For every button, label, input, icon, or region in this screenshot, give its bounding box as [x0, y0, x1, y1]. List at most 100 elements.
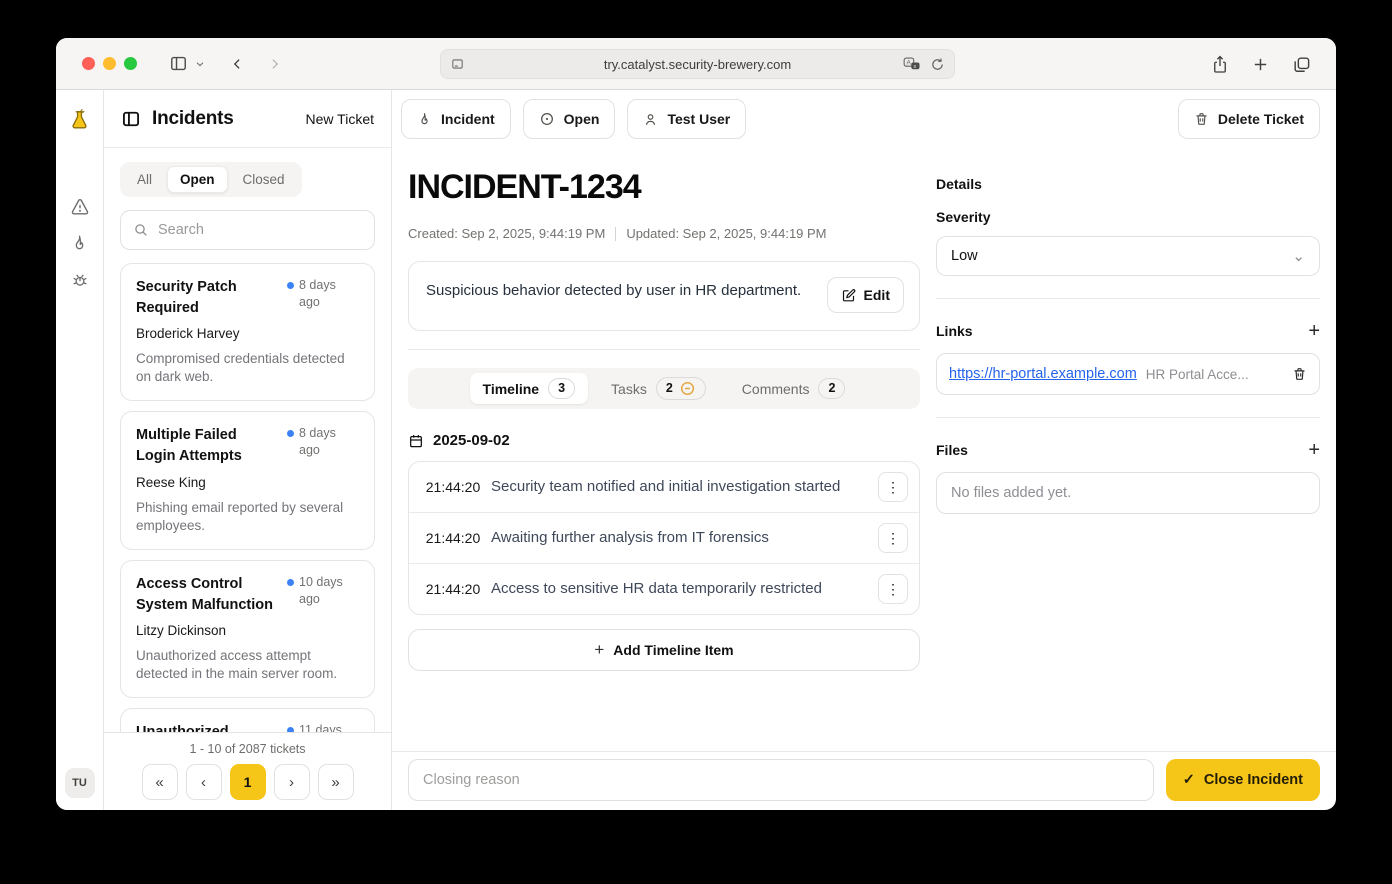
- detail-tabs: Timeline 3 Tasks 2 Comments 2: [408, 368, 920, 409]
- new-tab-icon[interactable]: [1252, 56, 1269, 73]
- closing-reason-input[interactable]: [408, 759, 1154, 801]
- browser-titlebar: try.catalyst.security-brewery.com A x: [56, 38, 1336, 90]
- filter-tab-open[interactable]: Open: [167, 166, 228, 193]
- filter-tab-all[interactable]: All: [124, 166, 165, 193]
- back-button[interactable]: [231, 55, 244, 73]
- ticket-list-item[interactable]: Unauthorized Device Connected 11 days ag…: [120, 708, 375, 732]
- ticket-owner-button[interactable]: Test User: [627, 99, 747, 139]
- timeline-text: Awaiting further analysis from IT forens…: [491, 529, 769, 546]
- search-input[interactable]: [158, 222, 362, 238]
- current-page-button[interactable]: 1: [229, 764, 266, 800]
- check-icon: ✓: [1182, 772, 1195, 788]
- link-name: HR Portal Acce...: [1145, 366, 1249, 382]
- severity-select[interactable]: Low ⌄: [936, 236, 1320, 276]
- ticket-dates: Created: Sep 2, 2025, 9:44:19 PM Updated…: [408, 226, 920, 241]
- user-avatar[interactable]: TU: [64, 768, 95, 798]
- flame-icon: [417, 112, 432, 127]
- created-date: Created: Sep 2, 2025, 9:44:19 PM: [408, 226, 606, 241]
- divider: [615, 226, 617, 241]
- ticket-title: Security Patch Required: [136, 279, 237, 317]
- incidents-nav-flame-icon[interactable]: [70, 234, 89, 253]
- timeline-item: 21:44:20 Awaiting further analysis from …: [409, 512, 919, 563]
- chevron-down-icon: ⌄: [1292, 248, 1305, 265]
- ticket-filter-tabs: All Open Closed: [120, 162, 302, 197]
- close-incident-bar: ✓ Close Incident: [392, 751, 1336, 810]
- last-page-button[interactable]: »: [317, 764, 354, 800]
- first-page-button[interactable]: «: [141, 764, 178, 800]
- translate-icon[interactable]: A x: [903, 56, 921, 72]
- svg-text:A: A: [907, 59, 912, 66]
- delete-ticket-button[interactable]: Delete Ticket: [1177, 99, 1320, 139]
- timeline-item-menu-button[interactable]: ⋮: [878, 574, 908, 604]
- close-incident-button[interactable]: ✓ Close Incident: [1165, 759, 1320, 801]
- timeline-item-menu-button[interactable]: ⋮: [878, 523, 908, 553]
- ticket-author: Broderick Harvey: [136, 326, 240, 342]
- timeline-time: 21:44:20: [425, 581, 481, 597]
- url-text: try.catalyst.security-brewery.com: [603, 56, 792, 72]
- status-circle-dot-icon: [539, 111, 555, 127]
- timeline-text: Access to sensitive HR data temporarily …: [491, 580, 822, 597]
- tab-overview-icon[interactable]: [1292, 55, 1311, 74]
- divider: [408, 349, 920, 350]
- forward-button[interactable]: [268, 55, 281, 73]
- prev-page-button[interactable]: ‹: [185, 764, 222, 800]
- browser-window: try.catalyst.security-brewery.com A x TU…: [56, 38, 1336, 810]
- timeline-date: 2025-09-02: [433, 432, 510, 449]
- timeline-text: Security team notified and initial inves…: [491, 478, 841, 495]
- trash-icon: [1194, 111, 1209, 127]
- details-heading: Details: [936, 176, 982, 192]
- filter-tab-closed[interactable]: Closed: [230, 166, 298, 193]
- edit-description-button[interactable]: Edit: [826, 277, 904, 313]
- ticket-age: 11 days ago: [299, 723, 342, 732]
- timeline-count-badge: 3: [548, 378, 576, 399]
- browser-sidebar-toggle-icon[interactable]: [169, 54, 188, 73]
- add-link-button[interactable]: +: [1308, 321, 1320, 341]
- ticket-list-item[interactable]: Security Patch Required 8 days ago Brode…: [120, 263, 375, 402]
- timeline-time: 21:44:20: [425, 530, 481, 546]
- tab-timeline[interactable]: Timeline 3: [469, 373, 589, 404]
- severity-label: Severity: [936, 209, 991, 225]
- ticket-search: [120, 210, 375, 250]
- unread-dot: [287, 578, 294, 586]
- ticket-type-button[interactable]: Incident: [401, 99, 511, 139]
- new-ticket-button[interactable]: New Ticket: [306, 111, 374, 127]
- ticket-age: 8 days ago: [299, 278, 336, 309]
- add-timeline-item-button[interactable]: + Add Timeline Item: [408, 629, 920, 671]
- divider: [936, 417, 1320, 418]
- ticket-description: Phishing email reported by several emplo…: [136, 499, 344, 533]
- tab-comments[interactable]: Comments 2: [729, 373, 859, 404]
- timeline-item-menu-button[interactable]: ⋮: [878, 472, 908, 502]
- minimize-window-button[interactable]: [103, 57, 116, 70]
- share-icon[interactable]: [1211, 54, 1229, 75]
- ticket-list-item[interactable]: Access Control System Malfunction 10 day…: [120, 559, 375, 699]
- ticket-title: Unauthorized Device Connected: [136, 722, 279, 732]
- tasks-count-badge: 2: [655, 377, 706, 400]
- vulnerabilities-nav-bug-icon[interactable]: [70, 270, 90, 290]
- ticket-status-button[interactable]: Open: [522, 99, 616, 139]
- address-bar[interactable]: try.catalyst.security-brewery.com A x: [440, 49, 955, 79]
- edit-pencil-icon: [841, 288, 856, 303]
- link-url[interactable]: https://hr-portal.example.com: [949, 366, 1137, 382]
- ticket-list: Security Patch Required 8 days ago Brode…: [120, 263, 375, 732]
- reload-icon[interactable]: [930, 57, 945, 72]
- catalyst-flask-icon[interactable]: [68, 108, 91, 131]
- alerts-nav-alert-triangle-icon[interactable]: [70, 197, 90, 217]
- plus-icon: +: [594, 640, 605, 659]
- ticket-author: Litzy Dickinson: [136, 622, 227, 638]
- add-file-button[interactable]: +: [1308, 440, 1320, 460]
- close-window-button[interactable]: [82, 57, 95, 70]
- next-page-button[interactable]: ›: [273, 764, 310, 800]
- updated-date: Updated: Sep 2, 2025, 9:44:19 PM: [626, 226, 827, 241]
- zoom-window-button[interactable]: [124, 57, 137, 70]
- timeline-item: 21:44:20 Security team notified and init…: [409, 462, 919, 512]
- details-panel: Details Severity Low ⌄ Links + https://h…: [936, 148, 1320, 751]
- timeline-time: 21:44:20: [425, 479, 481, 495]
- files-empty-state: No files added yet.: [936, 472, 1320, 514]
- timeline-card: 21:44:20 Security team notified and init…: [408, 461, 920, 615]
- delete-link-trash-icon[interactable]: [1292, 366, 1307, 382]
- tab-tasks[interactable]: Tasks 2: [598, 372, 719, 405]
- divider: [936, 298, 1320, 299]
- sidebar-chevron-down-icon[interactable]: [195, 59, 205, 69]
- collapse-panel-icon[interactable]: [121, 109, 141, 129]
- ticket-list-item[interactable]: Multiple Failed Login Attempts 8 days ag…: [120, 411, 375, 550]
